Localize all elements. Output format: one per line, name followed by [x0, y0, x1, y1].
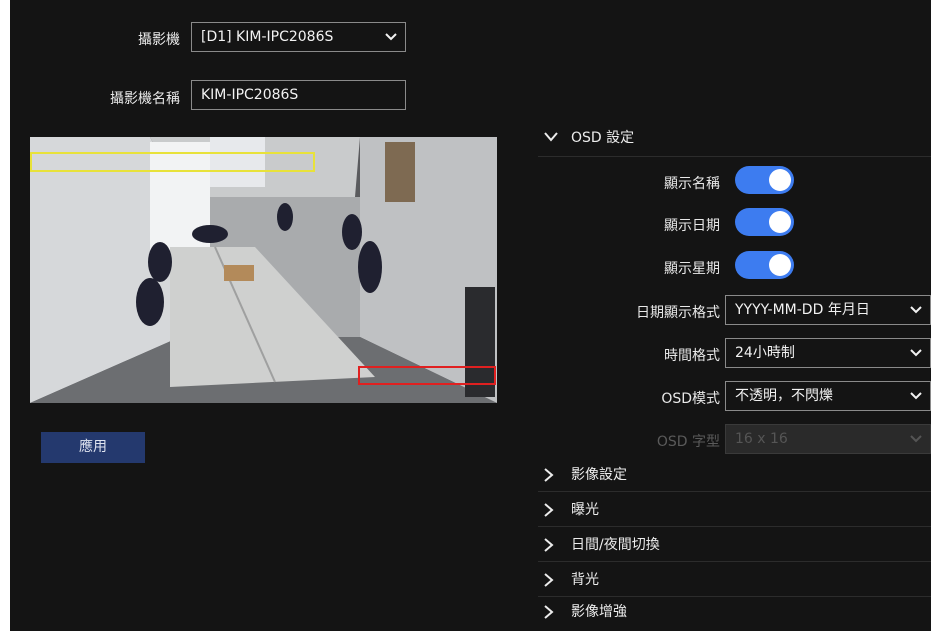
chevron-down-icon	[910, 392, 922, 400]
toggle-knob	[769, 211, 791, 233]
toggle-knob	[769, 254, 791, 276]
osd-font-value: 16 x 16	[735, 431, 788, 447]
divider	[538, 596, 931, 597]
section-label: 曝光	[571, 502, 599, 518]
camera-preview	[30, 137, 497, 403]
camera-preview-image	[30, 137, 497, 403]
settings-panel: 攝影機 [D1] KIM-IPC2086S 攝影機名稱 KIM-IPC2086S	[10, 0, 931, 631]
camera-select[interactable]: [D1] KIM-IPC2086S	[191, 22, 406, 52]
camera-name-label: 攝影機名稱	[110, 91, 180, 107]
date-format-value: YYYY-MM-DD 年月日	[735, 302, 870, 318]
chevron-down-icon	[910, 435, 922, 443]
toggle-knob	[769, 169, 791, 191]
camera-label: 攝影機	[138, 32, 180, 48]
camera-name-input[interactable]: KIM-IPC2086S	[191, 80, 406, 110]
chevron-down-icon	[385, 33, 397, 41]
time-format-label: 時間格式	[664, 348, 720, 364]
section-label: 背光	[571, 572, 599, 588]
chevron-right-icon	[544, 605, 554, 619]
osd-mode-label: OSD模式	[661, 391, 720, 407]
show-date-label: 顯示日期	[664, 218, 720, 234]
date-format-label: 日期顯示格式	[636, 305, 720, 321]
chevron-right-icon	[544, 468, 554, 482]
camera-select-value: [D1] KIM-IPC2086S	[201, 29, 334, 45]
chevron-down-icon	[910, 349, 922, 357]
camera-name-value: KIM-IPC2086S	[201, 87, 299, 103]
section-label: 影像增強	[571, 604, 627, 620]
show-date-toggle[interactable]	[735, 208, 794, 236]
divider	[538, 491, 931, 492]
osd-mode-select[interactable]: 不透明，不閃爍	[725, 381, 931, 411]
divider	[538, 561, 931, 562]
divider	[538, 526, 931, 527]
divider	[538, 156, 931, 157]
section-label: 日間/夜間切換	[571, 537, 660, 553]
show-week-toggle[interactable]	[735, 251, 794, 279]
chevron-right-icon	[544, 503, 554, 517]
osd-font-label: OSD 字型	[656, 434, 720, 450]
osd-mode-value: 不透明，不閃爍	[735, 388, 833, 404]
time-format-value: 24小時制	[735, 345, 795, 361]
osd-settings-title: OSD 設定	[571, 130, 635, 146]
show-week-label: 顯示星期	[664, 261, 720, 277]
show-name-label: 顯示名稱	[664, 176, 720, 192]
chevron-down-icon	[910, 306, 922, 314]
time-format-select[interactable]: 24小時制	[725, 338, 931, 368]
chevron-right-icon	[544, 573, 554, 587]
apply-button[interactable]: 應用	[41, 432, 145, 463]
osd-font-select: 16 x 16	[725, 424, 931, 454]
show-name-toggle[interactable]	[735, 166, 794, 194]
date-format-select[interactable]: YYYY-MM-DD 年月日	[725, 295, 931, 325]
chevron-down-icon	[544, 132, 558, 142]
section-label: 影像設定	[571, 467, 627, 483]
chevron-right-icon	[544, 538, 554, 552]
